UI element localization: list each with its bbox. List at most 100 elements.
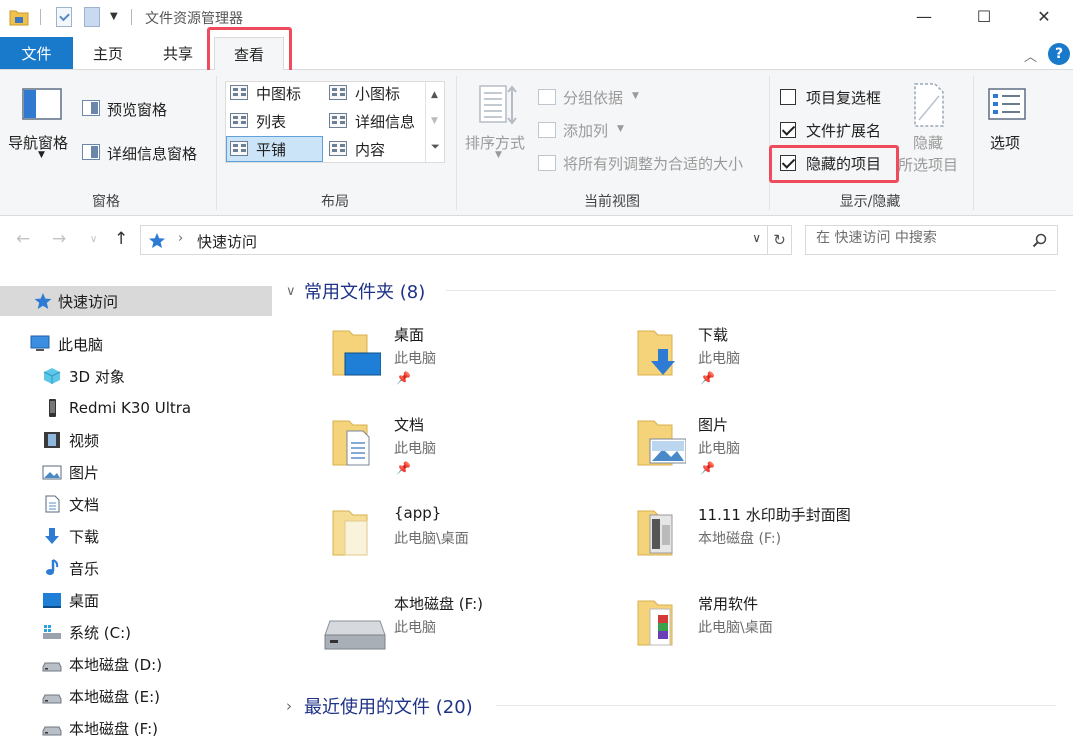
scroll-up-icon[interactable]: ▲	[431, 90, 438, 100]
help-icon[interactable]: ?	[1048, 43, 1070, 65]
recent-locations-chevron-icon[interactable]: ∨	[90, 234, 97, 245]
item-checkboxes-checkbox[interactable]	[780, 89, 796, 105]
nav-item-desktop[interactable]: 桌面	[0, 585, 272, 615]
content-icon	[329, 141, 347, 156]
divider	[446, 290, 1056, 291]
desktop-folder-icon[interactable]	[331, 325, 381, 379]
nav-item-3d-objects[interactable]: 3D 对象	[0, 361, 272, 391]
group-by-icon	[538, 89, 556, 105]
tile-name[interactable]: 桌面	[394, 324, 424, 345]
nav-item-documents[interactable]: 文档	[0, 489, 272, 519]
layout-tiles[interactable]: 平铺	[256, 139, 286, 160]
refresh-icon[interactable]: ↻	[767, 225, 792, 255]
documents-folder-icon[interactable]	[331, 415, 381, 469]
nav-item-downloads[interactable]: 下载	[0, 521, 272, 551]
app-folder-icon[interactable]	[331, 505, 381, 559]
preview-pane-button[interactable]: 预览窗格	[107, 99, 167, 120]
nav-item-drive-e[interactable]: 本地磁盘 (E:)	[0, 681, 272, 711]
drive-icon	[42, 662, 62, 672]
group-by-button[interactable]: 分组依据	[563, 87, 623, 108]
expand-gallery-icon[interactable]: ⏷	[431, 140, 440, 154]
search-icon[interactable]	[1032, 233, 1047, 248]
tile-name[interactable]: 下载	[698, 324, 728, 345]
details-icon	[329, 113, 347, 128]
properties-icon[interactable]	[56, 7, 72, 27]
software-folder-icon[interactable]	[636, 595, 686, 649]
address-dropdown-chevron-icon[interactable]: ∨	[752, 231, 761, 245]
breadcrumb-chevron-icon[interactable]: ›	[178, 231, 183, 246]
download-arrow-icon	[45, 528, 59, 544]
frequent-folders-header[interactable]: ∨ 常用文件夹 (8)	[286, 278, 425, 304]
phone-icon	[49, 399, 56, 417]
address-bar[interactable]: › 快速访问 ∨	[140, 225, 768, 255]
breadcrumb-path[interactable]: 快速访问	[197, 231, 257, 252]
ribbon: 导航窗格 ▼ 预览窗格 详细信息窗格 窗格 中图标 小图标 列表 详细信息 平铺…	[0, 70, 1073, 216]
nav-item-drive-f[interactable]: 本地磁盘 (F:)	[0, 713, 272, 743]
nav-item-phone[interactable]: Redmi K30 Ultra	[0, 393, 272, 423]
tile-name[interactable]: {app}	[394, 504, 441, 522]
tile-location: 此电脑	[394, 351, 436, 367]
tile-name[interactable]: 文档	[394, 414, 424, 435]
add-column-button[interactable]: 添加列	[563, 120, 608, 141]
drive-icon	[42, 694, 62, 704]
tile-name[interactable]: 本地磁盘 (F:)	[394, 593, 483, 614]
details-pane-button[interactable]: 详细信息窗格	[107, 143, 197, 164]
item-checkboxes-label[interactable]: 项目复选框	[806, 87, 881, 108]
nav-item-videos[interactable]: 视频	[0, 425, 272, 455]
layout-small-icons[interactable]: 小图标	[355, 83, 400, 104]
hide-selected-button[interactable]: 隐藏	[913, 132, 943, 153]
small-icons-icon	[329, 85, 347, 100]
hide-selected-button-line2: 所选项目	[898, 156, 959, 174]
layout-details[interactable]: 详细信息	[355, 111, 415, 132]
tile-name[interactable]: 11.11 水印助手封面图	[698, 504, 851, 525]
maximize-button[interactable]: ☐	[954, 0, 1014, 32]
image-folder-icon[interactable]	[636, 505, 686, 559]
hard-drive-icon[interactable]	[324, 613, 386, 653]
layout-scrollbar[interactable]: ▲ ▼ ⏷	[425, 82, 444, 162]
pin-icon: 📌	[700, 461, 715, 475]
collapse-ribbon-chevron-icon[interactable]: ︿	[1024, 46, 1037, 65]
back-arrow-icon[interactable]: ←	[16, 229, 30, 249]
layout-list[interactable]: 列表	[256, 111, 286, 132]
layout-content[interactable]: 内容	[355, 139, 385, 160]
chevron-down-icon[interactable]: ∨	[286, 284, 304, 299]
file-extensions-label[interactable]: 文件扩展名	[806, 120, 881, 141]
layout-medium-icons[interactable]: 中图标	[256, 83, 301, 104]
nav-item-pictures[interactable]: 图片	[0, 457, 272, 487]
recent-files-header[interactable]: › 最近使用的文件 (20)	[286, 693, 473, 719]
divider	[131, 9, 132, 25]
search-input[interactable]	[816, 230, 1016, 246]
pictures-folder-icon[interactable]	[636, 415, 686, 469]
minimize-button[interactable]: —	[894, 0, 954, 32]
forward-arrow-icon[interactable]: →	[52, 229, 66, 249]
tab-home[interactable]: 主页	[80, 37, 136, 70]
tile-location: 此电脑\桌面	[394, 531, 469, 547]
options-button[interactable]: 选项	[990, 132, 1020, 153]
tile-name[interactable]: 图片	[698, 414, 728, 435]
nav-item-drive-c[interactable]: 系统 (C:)	[0, 617, 272, 647]
nav-item-this-pc[interactable]: 此电脑	[0, 329, 272, 359]
tile-location: 本地磁盘 (F:)	[698, 531, 782, 547]
film-icon	[44, 432, 60, 448]
up-arrow-icon[interactable]: ↑	[114, 229, 128, 249]
ribbon-tabs: 文件 主页 共享 查看	[0, 36, 1073, 70]
chevron-down-icon: ▼	[617, 124, 624, 134]
close-button[interactable]: ✕	[1014, 0, 1073, 32]
nav-item-music[interactable]: 音乐	[0, 553, 272, 583]
fit-columns-button[interactable]: 将所有列调整为合适的大小	[563, 153, 743, 174]
chevron-right-icon[interactable]: ›	[286, 697, 304, 715]
file-extensions-checkbox[interactable]	[780, 122, 796, 138]
downloads-folder-icon[interactable]	[636, 325, 686, 379]
tile-location: 此电脑\桌面	[698, 620, 773, 636]
tab-share[interactable]: 共享	[150, 37, 206, 70]
add-column-icon	[538, 122, 556, 138]
nav-item-drive-d[interactable]: 本地磁盘 (D:)	[0, 649, 272, 679]
search-box[interactable]	[805, 225, 1058, 255]
tile-name[interactable]: 常用软件	[698, 593, 758, 614]
new-folder-icon[interactable]	[84, 7, 100, 27]
scroll-down-icon[interactable]: ▼	[431, 116, 438, 126]
chevron-down-icon[interactable]: ▼	[38, 150, 45, 160]
tab-file[interactable]: 文件	[0, 37, 73, 69]
customize-toolbar-chevron-icon[interactable]: ▼	[110, 11, 118, 22]
nav-item-quick-access[interactable]: 快速访问	[0, 286, 272, 316]
